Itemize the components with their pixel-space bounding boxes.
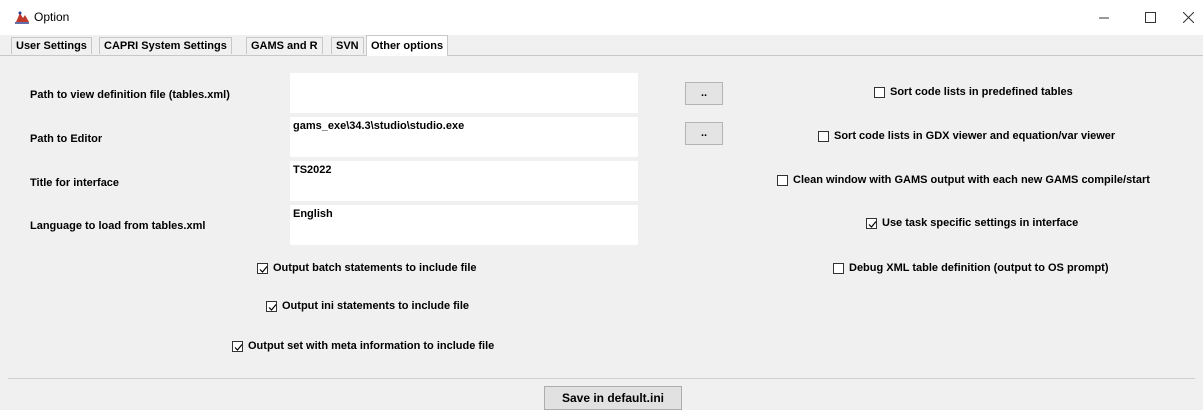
sort-predefined-tables-checkbox[interactable]: Sort code lists in predefined tables	[874, 86, 1073, 98]
editor-path-label: Path to Editor	[30, 133, 103, 145]
task-specific-settings-label: Use task specific settings in interface	[882, 217, 1079, 229]
language-field[interactable]: English	[290, 205, 638, 245]
checkbox-icon	[833, 262, 844, 274]
tab-user-settings[interactable]: User Settings	[11, 37, 92, 54]
tables-xml-path-label: Path to view definition file (tables.xml…	[30, 89, 230, 101]
tables-xml-path-field[interactable]	[290, 73, 638, 113]
minimize-button[interactable]	[1081, 0, 1127, 35]
checkmark-icon	[268, 303, 277, 311]
clean-gams-output-label: Clean window with GAMS output with each …	[793, 174, 1150, 186]
bottom-separator	[8, 378, 1195, 379]
output-batch-statements-label: Output batch statements to include file	[273, 262, 477, 274]
output-ini-statements-label: Output ini statements to include file	[282, 300, 470, 312]
checkbox-icon	[257, 262, 268, 274]
checkbox-icon	[777, 174, 788, 186]
checkbox-icon	[874, 86, 885, 98]
minimize-icon	[1098, 17, 1109, 19]
debug-xml-checkbox[interactable]: Debug XML table definition (output to OS…	[833, 262, 1108, 274]
output-batch-statements-checkbox[interactable]: Output batch statements to include file	[257, 262, 477, 274]
checkbox-icon	[818, 130, 829, 142]
maximize-icon	[1144, 12, 1156, 23]
interface-title-field[interactable]: TS2022	[290, 161, 638, 201]
checkmark-icon	[234, 343, 243, 351]
output-ini-statements-checkbox[interactable]: Output ini statements to include file	[266, 300, 469, 312]
maximize-button[interactable]	[1127, 0, 1173, 35]
tab-other-options[interactable]: Other options	[366, 35, 449, 56]
sort-gdx-viewer-label: Sort code lists in GDX viewer and equati…	[834, 130, 1116, 142]
tab-svn[interactable]: SVN	[331, 37, 364, 54]
output-set-meta-checkbox[interactable]: Output set with meta information to incl…	[232, 340, 494, 352]
sort-gdx-viewer-checkbox[interactable]: Sort code lists in GDX viewer and equati…	[818, 130, 1115, 142]
sort-predefined-tables-label: Sort code lists in predefined tables	[890, 86, 1073, 98]
tables-xml-browse-button[interactable]: ..	[685, 82, 723, 105]
save-in-default-ini-button[interactable]: Save in default.ini	[544, 386, 682, 410]
checkbox-icon	[866, 217, 877, 229]
language-label: Language to load from tables.xml	[30, 220, 206, 232]
checkbox-icon	[266, 300, 277, 312]
checkmark-icon	[259, 265, 268, 273]
close-button[interactable]	[1173, 0, 1203, 35]
checkbox-icon	[232, 340, 243, 352]
editor-path-field[interactable]: gams_exe\34.3\studio\studio.exe	[290, 117, 638, 157]
interface-title-label: Title for interface	[30, 177, 120, 189]
java-app-icon	[14, 10, 30, 24]
task-specific-settings-checkbox[interactable]: Use task specific settings in interface	[866, 217, 1078, 229]
close-icon	[1182, 12, 1194, 23]
title-bar: Option	[0, 0, 1203, 35]
clean-gams-output-checkbox[interactable]: Clean window with GAMS output with each …	[777, 174, 1150, 186]
debug-xml-label: Debug XML table definition (output to OS…	[849, 262, 1109, 274]
output-set-meta-label: Output set with meta information to incl…	[248, 340, 495, 352]
tab-capri-system-settings[interactable]: CAPRI System Settings	[99, 37, 232, 54]
tab-strip-border	[0, 55, 1203, 56]
editor-browse-button[interactable]: ..	[685, 122, 723, 145]
checkmark-icon	[868, 220, 877, 228]
window-title: Option	[34, 10, 70, 24]
tab-gams-and-r[interactable]: GAMS and R	[246, 37, 323, 54]
